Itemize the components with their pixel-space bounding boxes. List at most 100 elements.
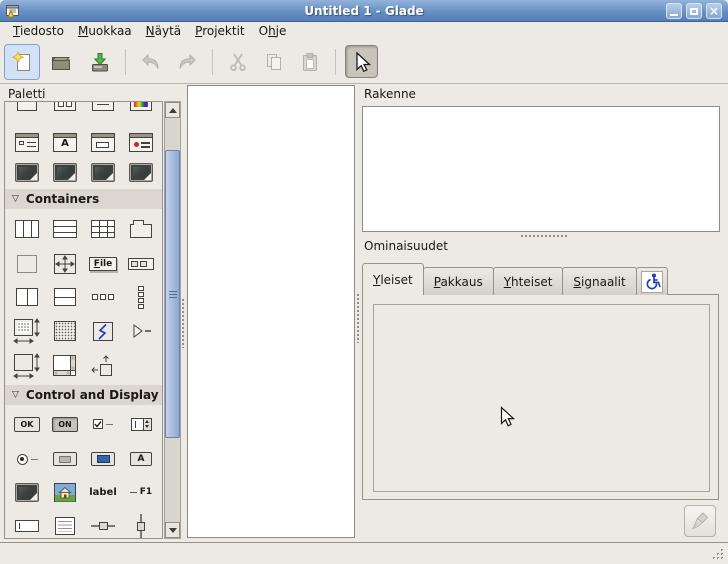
palette-item-viewport[interactable] — [46, 352, 84, 380]
palette-item-frame[interactable] — [8, 250, 46, 278]
arrow-down-icon — [169, 528, 177, 533]
undo-button[interactable] — [133, 44, 169, 80]
palette-item-scrolledwindow[interactable] — [8, 352, 46, 380]
palette-item-combobox[interactable] — [46, 445, 84, 473]
scroll-up-button[interactable] — [165, 102, 180, 118]
palette-item-accellabel[interactable]: F1 — [122, 478, 160, 506]
palette-item-toplevel-1[interactable] — [8, 158, 46, 186]
horizontal-splitter[interactable] — [520, 234, 568, 239]
reset-properties-button[interactable] — [684, 505, 716, 537]
comboboxentry-icon — [91, 452, 115, 466]
cut-button[interactable] — [220, 44, 256, 80]
palette-item-hbox[interactable] — [8, 215, 46, 243]
paste-button[interactable] — [292, 44, 328, 80]
palette-item-fixed[interactable] — [46, 250, 84, 278]
palette-item-separator-dialog[interactable] — [84, 101, 122, 118]
palette-item-list-dialog[interactable] — [8, 128, 46, 156]
palette-item-vbuttonbox[interactable] — [122, 283, 160, 311]
right-pane-splitter[interactable] — [356, 293, 361, 343]
palette-item-label[interactable]: label — [84, 478, 122, 506]
palette-item-button[interactable]: OK — [8, 410, 46, 438]
properties-content[interactable] — [373, 304, 710, 492]
palette-item-font-dialog[interactable]: A — [46, 128, 84, 156]
save-button[interactable] — [82, 44, 118, 80]
palette-item-vbox[interactable] — [46, 215, 84, 243]
palette-item-textview[interactable] — [46, 512, 84, 539]
palette-item-notebook[interactable] — [122, 215, 160, 243]
palette-section-containers[interactable]: ▽ Containers — [5, 189, 162, 209]
properties-title: Ominaisuudet — [364, 239, 448, 253]
palette-item-message-dialog[interactable] — [122, 128, 160, 156]
scroll-down-button[interactable] — [165, 522, 180, 538]
palette-item-toplevel-4[interactable] — [122, 158, 160, 186]
palette-item-toplevel-3[interactable] — [84, 158, 122, 186]
palette-row: label F1 — [5, 478, 162, 506]
palette-item-image[interactable] — [8, 478, 46, 506]
palette-item-picture[interactable] — [46, 478, 84, 506]
palette-item-radiobutton[interactable] — [8, 445, 46, 473]
left-pane-splitter[interactable] — [181, 298, 186, 348]
undo-icon — [139, 50, 163, 74]
palette-item-alignment[interactable] — [84, 352, 122, 380]
palette-item-handlebox[interactable] — [84, 317, 122, 345]
window-title: Untitled 1 - Glade — [0, 4, 728, 18]
menu-muokkaa[interactable]: Muokkaa — [71, 23, 139, 39]
palette-item-toolbar[interactable] — [122, 250, 160, 278]
palette-item-hbuttonbox[interactable] — [84, 283, 122, 311]
new-button[interactable] — [4, 44, 40, 80]
palette-item-comboboxentry[interactable] — [84, 445, 122, 473]
font-button-icon: A — [130, 452, 152, 466]
palette-item-drawingarea[interactable] — [46, 317, 84, 345]
menu-tiedosto[interactable]: Tiedosto — [6, 23, 71, 39]
palette-item-entry-dialog[interactable] — [84, 128, 122, 156]
copy-icon — [262, 50, 286, 74]
handlebox-zigzag-icon — [93, 322, 113, 341]
palette-item-togglebutton[interactable]: ON — [46, 410, 84, 438]
palette-item-hpaned[interactable] — [8, 283, 46, 311]
palette-item-hscale[interactable] — [84, 512, 122, 539]
close-button[interactable]: × — [706, 3, 722, 19]
titlebar[interactable]: Untitled 1 - Glade × — [0, 0, 728, 22]
palette-section-control-display[interactable]: ▽ Control and Display — [5, 385, 162, 405]
toolbar-separator — [125, 49, 126, 75]
design-canvas[interactable] — [187, 85, 355, 538]
palette-item-expander[interactable] — [122, 317, 160, 345]
redo-button[interactable] — [169, 44, 205, 80]
mouse-cursor — [500, 406, 518, 430]
palette-item-spinbutton[interactable] — [122, 410, 160, 438]
vbox-icon — [53, 220, 77, 238]
menu-nayta[interactable]: Näytä — [139, 23, 189, 39]
palette-item-vscale[interactable] — [122, 512, 160, 539]
resize-grip[interactable] — [710, 546, 726, 562]
properties-tabs: Yleiset Pakkaus Yhteiset Signaalit — [362, 263, 667, 295]
palette-item-fontbutton[interactable]: A — [122, 445, 160, 473]
selector-button[interactable] — [345, 45, 378, 78]
palette-item-checkbutton[interactable] — [84, 410, 122, 438]
open-button[interactable] — [43, 44, 79, 80]
tab-signaalit[interactable]: Signaalit — [562, 267, 636, 295]
hscale-icon — [90, 520, 116, 532]
toolbar-separator — [335, 49, 336, 75]
palette-item-dialog[interactable] — [46, 101, 84, 118]
palette-row — [5, 158, 162, 186]
tab-accessibility[interactable] — [636, 267, 668, 295]
menu-projektit[interactable]: Projektit — [188, 23, 251, 39]
scrollbar-thumb[interactable] — [165, 150, 180, 438]
palette-item-vpaned[interactable] — [46, 283, 84, 311]
tab-yleiset[interactable]: Yleiset — [362, 263, 424, 295]
tab-yhteiset[interactable]: Yhteiset — [493, 267, 564, 295]
copy-button[interactable] — [256, 44, 292, 80]
widget-tree-view[interactable] — [362, 106, 720, 232]
palette-scrollbar[interactable] — [164, 101, 181, 539]
palette-item-toplevel-2[interactable] — [46, 158, 84, 186]
palette-item-colorselection[interactable] — [122, 101, 160, 118]
menu-ohje[interactable]: Ohje — [252, 23, 294, 39]
palette-item-entry[interactable] — [8, 512, 46, 539]
palette-item-window[interactable] — [8, 101, 46, 118]
palette-item-layout[interactable] — [8, 317, 46, 345]
minimize-button[interactable] — [666, 3, 682, 19]
tab-pakkaus[interactable]: Pakkaus — [423, 267, 494, 295]
maximize-button[interactable] — [686, 3, 702, 19]
palette-item-table[interactable] — [84, 215, 122, 243]
palette-item-menubar[interactable]: File — [84, 250, 122, 278]
